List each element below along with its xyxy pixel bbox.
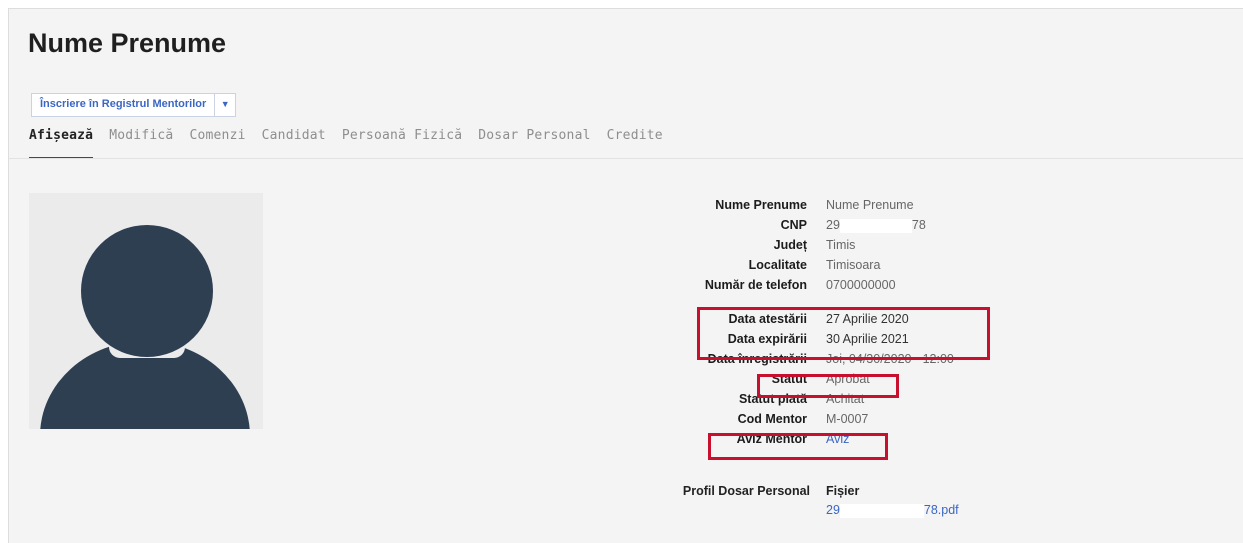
cnp-prefix: 29	[826, 218, 840, 232]
detail-row-nume: Nume Prenume Nume Prenume	[600, 195, 954, 215]
highlight-statut	[757, 374, 899, 398]
detail-row-telefon: Număr de telefon 0700000000	[600, 275, 954, 295]
cnp-suffix: 78	[911, 218, 926, 232]
caret-down-icon[interactable]: ▼	[214, 94, 235, 116]
detail-row-localitate: Localitate Timisoara	[600, 255, 954, 275]
telefon-label: Număr de telefon	[704, 278, 807, 292]
detail-row-cod: Cod Mentor M-0007	[600, 409, 954, 429]
file-name-redaction	[839, 503, 924, 518]
cod-label: Cod Mentor	[737, 412, 807, 426]
judet-value: Timis	[826, 238, 856, 252]
registration-split-button[interactable]: Înscriere în Registrul Mentorilor ▼	[31, 93, 237, 117]
highlight-aviz	[708, 433, 888, 460]
cnp-label: CNP	[780, 218, 807, 232]
tab-dosar-personal[interactable]: Dosar Personal	[478, 128, 590, 159]
detail-row-judet: Județ Timis	[600, 235, 954, 255]
cod-value: M-0007	[826, 412, 869, 426]
tab-candidat[interactable]: Candidat	[262, 128, 326, 159]
file-link[interactable]: 29 78.pdf	[826, 503, 959, 518]
user-placeholder-icon	[29, 193, 263, 429]
register-mentor-button[interactable]: Înscriere în Registrul Mentorilor	[32, 94, 214, 116]
localitate-label: Localitate	[748, 258, 807, 272]
detail-row-cnp: CNP 29 78	[600, 215, 954, 235]
telefon-value: 0700000000	[826, 278, 896, 292]
cnp-value: 29 78	[826, 215, 926, 235]
judet-label: Județ	[773, 238, 807, 252]
page-title: Nume Prenume	[28, 28, 227, 58]
tab-modifica[interactable]: Modifică	[109, 128, 173, 159]
avatar-head	[81, 225, 213, 357]
tab-persoana-fizica[interactable]: Persoană Fizică	[342, 128, 462, 159]
highlight-dates	[697, 307, 990, 360]
file-name-suffix: 78.pdf	[923, 503, 959, 517]
localitate-value: Timisoara	[826, 258, 881, 272]
tab-bar: Afișează Modifică Comenzi Candidat Perso…	[29, 128, 679, 159]
tab-credite[interactable]: Credite	[607, 128, 663, 159]
file-column-header: Fișier	[826, 484, 860, 498]
tab-divider	[8, 158, 1243, 159]
tab-comenzi[interactable]: Comenzi	[189, 128, 245, 159]
file-section-label: Profil Dosar Personal	[682, 484, 810, 498]
nume-value: Nume Prenume	[826, 198, 914, 212]
file-name-prefix: 29	[826, 503, 840, 517]
cnp-redaction	[839, 218, 912, 233]
nume-label: Nume Prenume	[715, 198, 807, 212]
tab-afiseaza[interactable]: Afișează	[29, 128, 94, 159]
